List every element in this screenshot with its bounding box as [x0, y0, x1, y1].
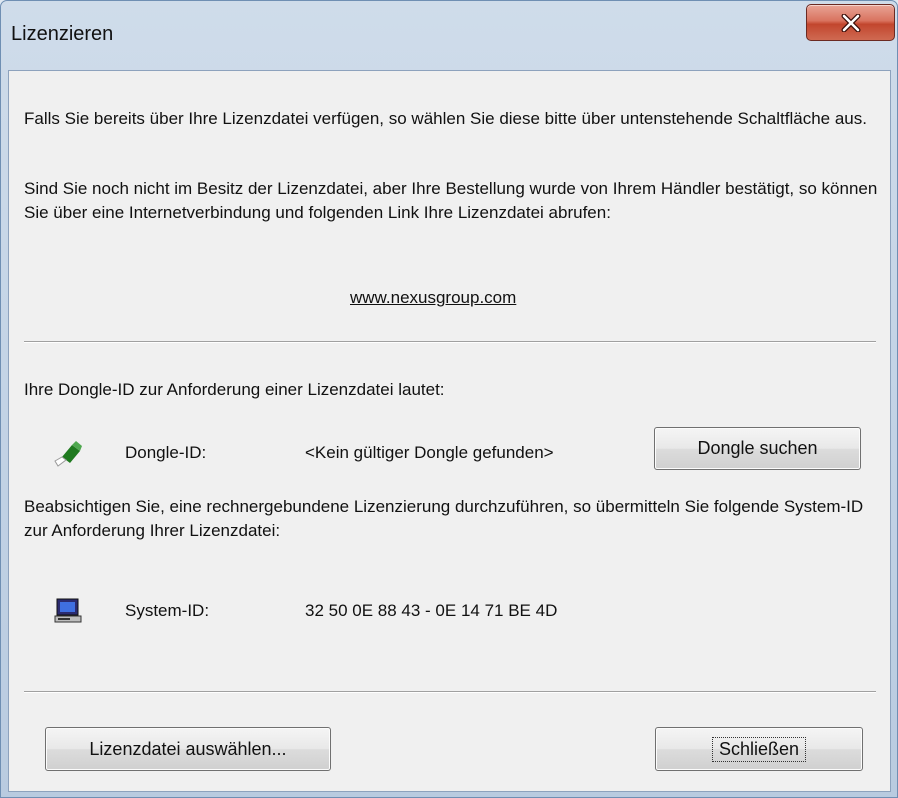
- intro-paragraph-1: Falls Sie bereits über Ihre Lizenzdatei …: [24, 109, 867, 128]
- separator: [24, 341, 876, 343]
- dongle-icon: [54, 441, 82, 467]
- separator: [24, 691, 876, 693]
- system-id-label: System-ID:: [125, 601, 210, 620]
- close-dialog-button[interactable]: Schließen: [655, 727, 863, 771]
- dongle-search-button[interactable]: Dongle suchen: [654, 427, 861, 470]
- close-button[interactable]: [806, 4, 895, 41]
- dialog-window: Lizenzieren Falls Sie bereits über Ihre …: [0, 0, 898, 798]
- dongle-id-label: Dongle-ID:: [125, 443, 207, 462]
- system-info-text: Beabsichtigen Sie, eine rechnergebundene…: [24, 497, 864, 540]
- select-license-file-button[interactable]: Lizenzdatei auswählen...: [45, 727, 331, 771]
- system-id-value: 32 50 0E 88 43 - 0E 14 71 BE 4D: [305, 601, 558, 620]
- nexusgroup-link[interactable]: www.nexusgroup.com: [350, 286, 516, 310]
- dialog-content: Falls Sie bereits über Ihre Lizenzdatei …: [8, 70, 891, 792]
- computer-icon: [54, 598, 82, 623]
- close-icon: [841, 14, 861, 32]
- title-bar[interactable]: Lizenzieren: [1, 1, 897, 71]
- close-dialog-button-label: Schließen: [711, 736, 807, 762]
- window-title: Lizenzieren: [11, 23, 114, 45]
- dongle-info-text: Ihre Dongle-ID zur Anforderung einer Liz…: [24, 380, 445, 399]
- dongle-id-value: <Kein gültiger Dongle gefunden>: [305, 443, 554, 462]
- intro-paragraph-2: Sind Sie noch nicht im Besitz der Lizenz…: [24, 179, 878, 222]
